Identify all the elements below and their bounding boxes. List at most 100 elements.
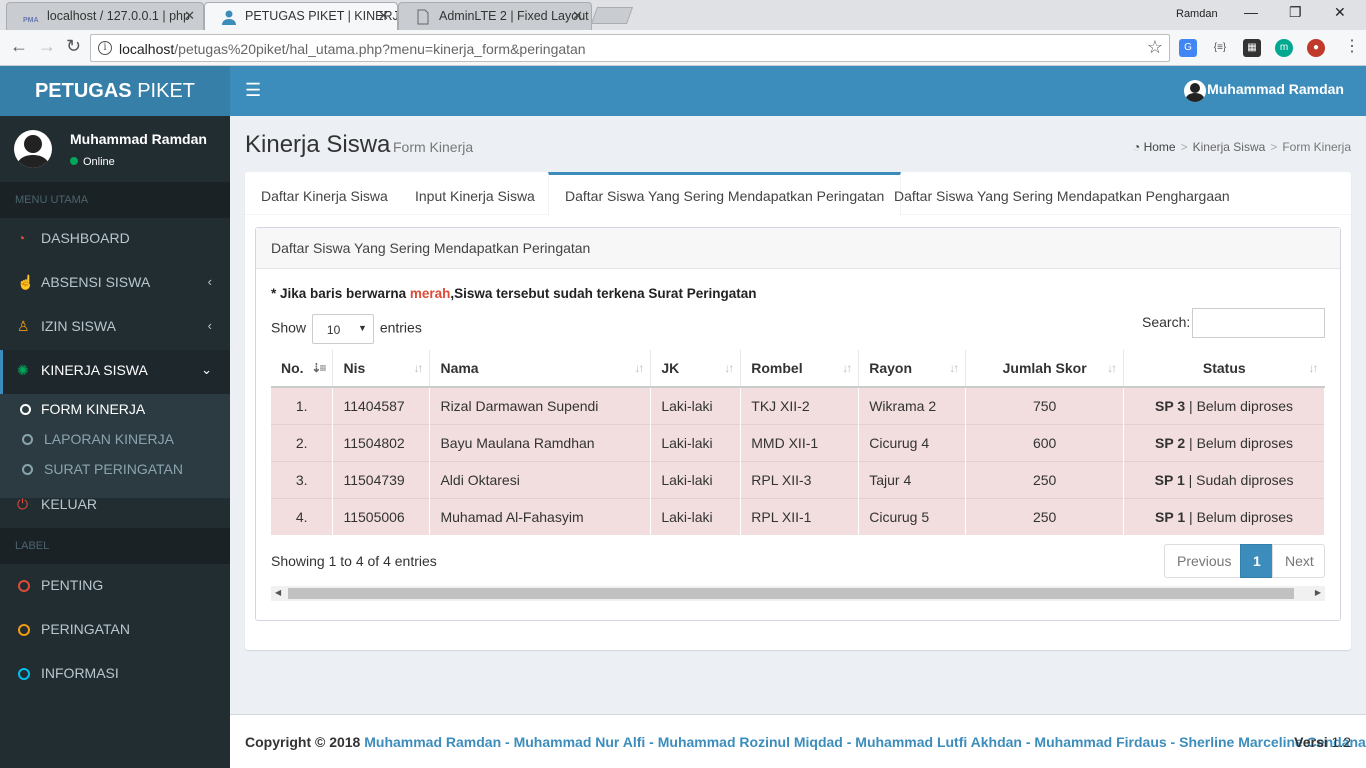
previous-button[interactable]: Previous (1164, 544, 1241, 578)
horizontal-scrollbar[interactable]: ◀ ▶ (271, 586, 1325, 601)
browser-tab-strip: PMA localhost / 127.0.0.1 | php ✕ PETUGA… (0, 0, 1366, 30)
close-window-icon[interactable]: ✕ (1334, 4, 1346, 21)
user-panel: Muhammad Ramdan Online (0, 116, 230, 182)
nav-tabs: Daftar Kinerja Siswa Input Kinerja Siswa… (245, 172, 1351, 216)
top-user-name[interactable]: Muhammad Ramdan (1207, 81, 1344, 97)
cell-jk: Laki-laki (650, 497, 742, 535)
cell-nama: Bayu Maulana Ramdhan (429, 423, 652, 461)
bookmark-star-icon[interactable]: ☆ (1147, 37, 1163, 58)
sidebar-item-kinerja[interactable]: ✺ KINERJA SISWA ⌄ (0, 350, 230, 394)
browser-tab-petugas-piket[interactable]: PETUGAS PIKET | KINERJA ✕ (204, 2, 398, 30)
forward-icon[interactable]: → (38, 36, 56, 57)
browser-profile-name[interactable]: Ramdan (1168, 7, 1226, 21)
table-row: 4. 11505006 Muhamad Al-Fahasyim Laki-lak… (271, 497, 1325, 535)
json-extension-icon[interactable]: {≡} (1211, 39, 1229, 57)
sort-icon: ↓↑ (842, 361, 852, 375)
color-extension-icon[interactable]: ● (1307, 39, 1325, 57)
col-rombel[interactable]: Rombel ↓↑ (740, 350, 860, 388)
tab-input-kinerja[interactable]: Input Kinerja Siswa (399, 172, 551, 215)
sidebar-item-dashboard[interactable]: ◔ DASHBOARD (0, 218, 230, 262)
spinner-icon: ✺ (17, 362, 29, 378)
warning-note: * Jika baris berwarna merah,Siswa terseb… (271, 286, 757, 301)
minimize-icon[interactable]: — (1244, 4, 1258, 20)
search-input[interactable] (1192, 308, 1325, 338)
address-bar[interactable]: i localhost/petugas%20piket/hal_utama.ph… (90, 34, 1170, 62)
dropdown-arrow-icon: ▼ (358, 323, 367, 333)
tab-penghargaan[interactable]: Daftar Siswa Yang Sering Mendapatkan Pen… (878, 172, 1246, 215)
browser-tab-adminlte[interactable]: AdminLTE 2 | Fixed Layout ✕ (398, 2, 592, 30)
back-icon[interactable]: ← (10, 36, 28, 57)
submenu-item-laporan-kinerja[interactable]: LAPORAN KINERJA (0, 424, 230, 454)
col-nis[interactable]: Nis ↓↑ (332, 350, 431, 388)
entries-select[interactable]: 10 ▼ (311, 314, 374, 344)
col-jumlah-skor[interactable]: Jumlah Skor ↓↑ (965, 350, 1125, 388)
restore-icon[interactable]: ❐ (1289, 4, 1302, 21)
cell-status: SP 1 | Sudah diproses (1123, 460, 1325, 498)
breadcrumb: ◔ Home > Kinerja Siswa > Form Kinerja (1132, 140, 1351, 154)
table-row: 3. 11504739 Aldi Oktaresi Laki-laki RPL … (271, 460, 1325, 498)
sort-icon: ↓↑ (634, 361, 644, 375)
cell-skor[interactable]: 750 (965, 386, 1125, 424)
cell-no: 1. (271, 386, 334, 424)
col-no[interactable]: No. ⇣≡ (271, 350, 334, 388)
page-1-button[interactable]: 1 (1240, 544, 1273, 578)
hand-pointer-icon: ☝ (17, 274, 35, 290)
close-tab-icon[interactable]: ✕ (572, 8, 583, 24)
info-icon[interactable]: i (98, 41, 112, 55)
user-avatar-icon[interactable] (1184, 80, 1206, 102)
translate-extension-icon[interactable]: G (1179, 39, 1197, 57)
sidebar-item-informasi[interactable]: INFORMASI (0, 653, 230, 697)
cell-nis: 11404587 (332, 386, 431, 424)
app-logo[interactable]: PETUGAS PIKET (0, 66, 230, 116)
qr-extension-icon[interactable]: ▦ (1243, 39, 1261, 57)
submenu-item-surat-peringatan[interactable]: SURAT PERINGATAN (0, 454, 230, 484)
chevron-left-icon: ‹ (207, 274, 212, 289)
sidebar-item-peringatan[interactable]: PERINGATAN (0, 609, 230, 653)
sidebar-item-label: ABSENSI SISWA (41, 274, 151, 290)
m-extension-icon[interactable]: m (1275, 39, 1293, 57)
sidebar-item-label: DASHBOARD (41, 230, 130, 246)
search-label: Search: (1142, 314, 1191, 330)
online-status: Online (70, 156, 115, 168)
submenu-item-form-kinerja[interactable]: FORM KINERJA (0, 394, 230, 424)
submenu-label: FORM KINERJA (41, 401, 146, 417)
cell-skor[interactable]: 250 (965, 460, 1125, 498)
sidebar-item-izin[interactable]: ♙ IZIN SISWA ‹ (0, 306, 230, 350)
submenu-label: SURAT PERINGATAN (44, 461, 183, 477)
new-tab-button[interactable] (590, 7, 634, 24)
sidebar-toggle-icon[interactable]: ☰ (245, 80, 261, 101)
col-jk[interactable]: JK ↓↑ (650, 350, 742, 388)
show-label: Show (271, 319, 307, 336)
cell-rayon: Wikrama 2 (858, 386, 967, 424)
avatar (14, 130, 52, 168)
sidebar-item-absensi[interactable]: ☝ ABSENSI SISWA ‹ (0, 262, 230, 306)
scroll-left-icon[interactable]: ◀ (275, 588, 281, 597)
sidebar-item-keluar[interactable]: ⏻ KELUAR (0, 484, 230, 528)
chevron-left-icon: ‹ (207, 318, 212, 333)
cell-skor[interactable]: 250 (965, 497, 1125, 535)
close-tab-icon[interactable]: ✕ (184, 8, 195, 24)
browser-menu-icon[interactable]: ⋮ (1344, 36, 1360, 56)
chevron-down-icon: ⌄ (201, 362, 212, 377)
next-button[interactable]: Next (1272, 544, 1325, 578)
col-rayon[interactable]: Rayon ↓↑ (858, 350, 967, 388)
scroll-right-icon[interactable]: ▶ (1315, 588, 1321, 597)
breadcrumb-home[interactable]: Home (1144, 140, 1176, 154)
browser-tab-phpmyadmin[interactable]: PMA localhost / 127.0.0.1 | php ✕ (6, 2, 204, 30)
tab-daftar-kinerja[interactable]: Daftar Kinerja Siswa (245, 172, 404, 215)
col-nama[interactable]: Nama ↓↑ (429, 350, 652, 388)
phpmyadmin-icon: PMA (23, 17, 39, 24)
tab-peringatan[interactable]: Daftar Siswa Yang Sering Mendapatkan Per… (548, 172, 902, 216)
circle-icon (18, 668, 30, 680)
sidebar-item-label: KINERJA SISWA (41, 362, 148, 378)
scrollbar-thumb[interactable] (288, 588, 1294, 599)
sidebar: Muhammad Ramdan Online MENU UTAMA ◔ DASH… (0, 116, 230, 768)
sidebar-item-penting[interactable]: PENTING (0, 565, 230, 609)
reload-icon[interactable]: ↻ (66, 36, 81, 57)
cell-skor[interactable]: 600 (965, 423, 1125, 461)
sidebar-item-label: PENTING (41, 577, 104, 593)
col-status[interactable]: Status ↓↑ (1123, 350, 1325, 388)
close-tab-icon[interactable]: ✕ (378, 8, 389, 24)
breadcrumb-section[interactable]: Kinerja Siswa (1193, 140, 1266, 154)
author-links[interactable]: Muhammad Ramdan - Muhammad Nur Alfi - Mu… (364, 734, 1366, 750)
